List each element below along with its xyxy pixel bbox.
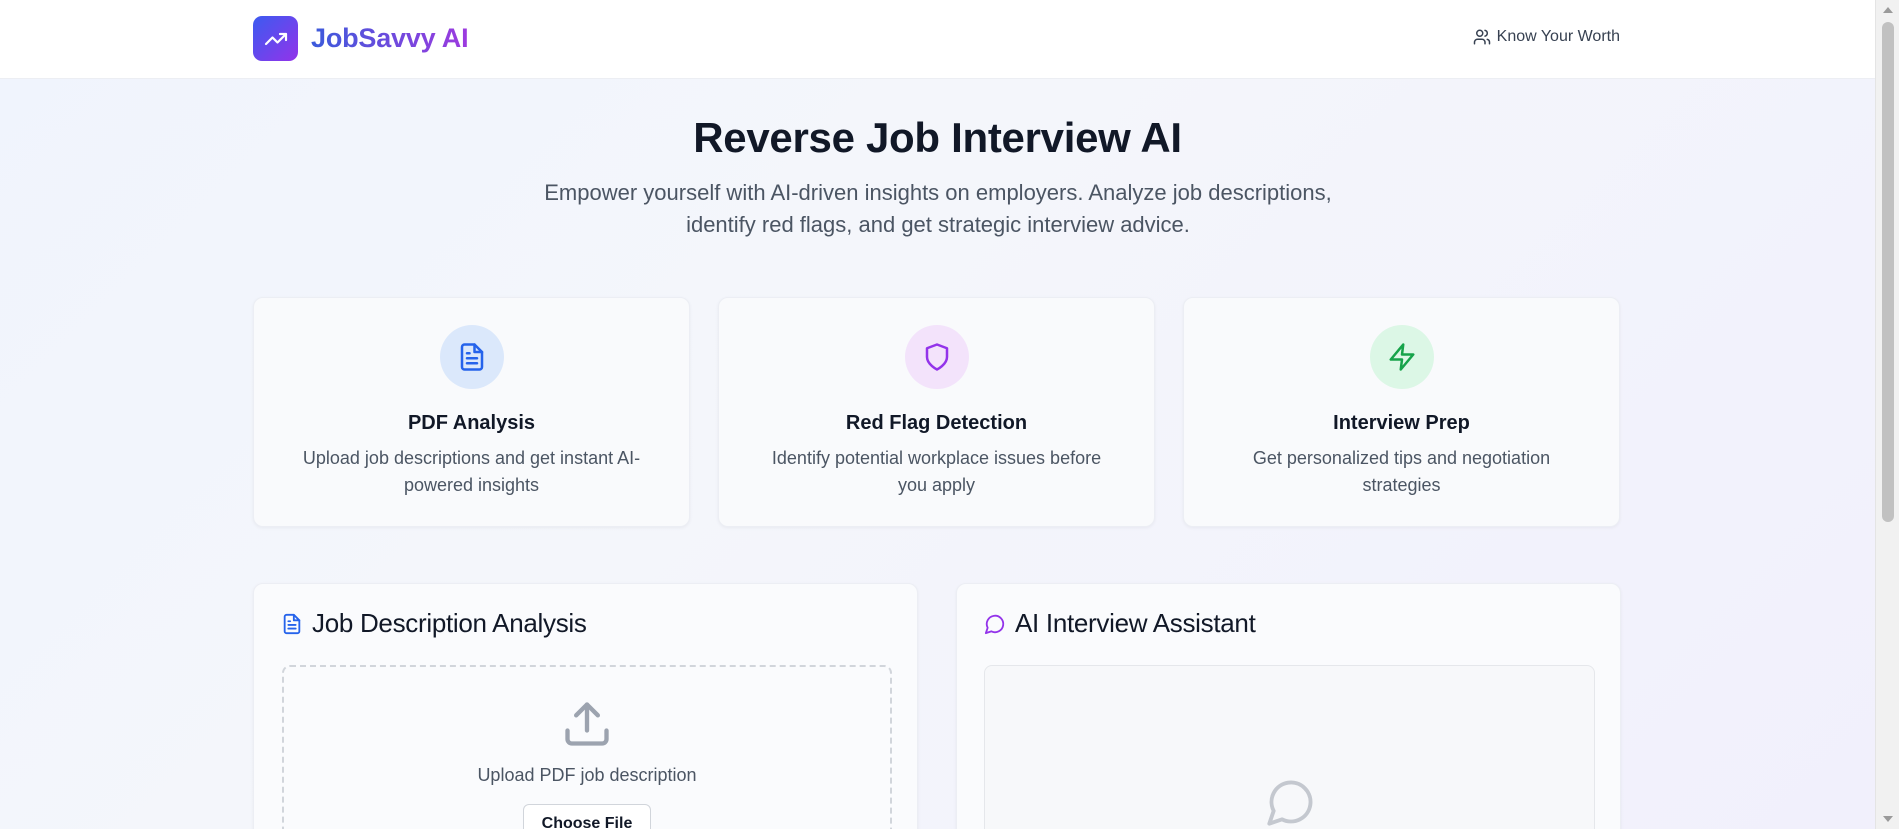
panel-title: AI Interview Assistant <box>1015 608 1256 638</box>
shield-icon <box>904 325 969 389</box>
top-header: JobSavvy AI Know Your Worth <box>0 0 1875 79</box>
scrollbar-thumb[interactable] <box>1882 22 1894 522</box>
vertical-scrollbar[interactable] <box>1875 0 1899 829</box>
feature-description: Get personalized tips and negotiation st… <box>1252 448 1551 495</box>
brand[interactable]: JobSavvy AI <box>253 16 469 61</box>
job-description-analysis-panel: Job Description Analysis Upload PDF job … <box>253 583 918 829</box>
scroll-down-arrow-icon[interactable] <box>1883 816 1893 822</box>
page-subtitle: Empower yourself with AI-driven insights… <box>544 180 1332 237</box>
choose-file-button[interactable]: Choose File <box>522 804 652 829</box>
users-icon <box>1473 29 1490 45</box>
feature-title: Interview Prep <box>1333 412 1470 434</box>
trending-up-icon <box>253 16 298 61</box>
panel-title: Job Description Analysis <box>312 608 587 638</box>
feature-card-pdf-analysis: PDF Analysis Upload job descriptions and… <box>253 297 690 527</box>
feature-description: Upload job descriptions and get instant … <box>302 448 641 495</box>
panel-header: Job Description Analysis <box>281 608 587 639</box>
feature-title: Red Flag Detection <box>845 412 1028 434</box>
feature-title: PDF Analysis <box>407 412 536 434</box>
upload-icon <box>284 698 890 755</box>
scroll-up-arrow-icon[interactable] <box>1883 7 1893 13</box>
page: JobSavvy AI Know Your Worth Reverse Job … <box>0 0 1875 829</box>
message-circle-icon <box>984 614 1005 634</box>
file-text-icon <box>439 325 504 389</box>
page-title: Reverse Job Interview AI <box>693 114 1182 161</box>
feature-card-red-flag-detection: Red Flag Detection Identify potential wo… <box>718 297 1155 527</box>
feature-card-interview-prep: Interview Prep Get personalized tips and… <box>1183 297 1620 527</box>
file-text-icon <box>283 613 301 634</box>
message-circle-icon <box>1267 780 1313 826</box>
pdf-dropzone[interactable]: Upload PDF job description Choose File <box>282 665 892 829</box>
chat-area[interactable] <box>984 665 1595 829</box>
ai-interview-assistant-panel: AI Interview Assistant <box>956 583 1621 829</box>
feature-description: Identify potential workplace issues befo… <box>771 448 1102 495</box>
brand-name: JobSavvy AI <box>311 23 469 53</box>
upload-text: Upload PDF job description <box>477 765 697 785</box>
nav-link-label: Know Your Worth <box>1496 28 1620 45</box>
panel-header: AI Interview Assistant <box>984 608 1256 639</box>
know-your-worth-link[interactable]: Know Your Worth <box>1473 28 1620 46</box>
zap-icon <box>1369 325 1434 389</box>
